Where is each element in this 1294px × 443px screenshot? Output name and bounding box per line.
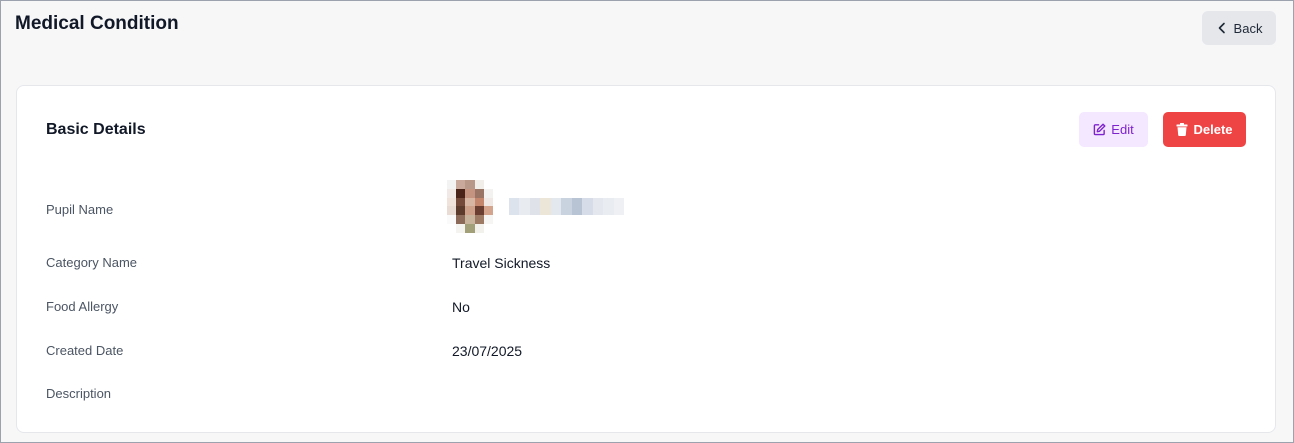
pupil-avatar (447, 180, 493, 233)
card-title: Basic Details (46, 121, 146, 138)
page-title: Medical Condition (15, 13, 179, 34)
category-name-label: Category Name (46, 255, 138, 270)
back-button-label: Back (1233, 20, 1263, 36)
created-date-label: Created Date (46, 343, 124, 358)
pupil-name-label: Pupil Name (46, 202, 114, 217)
food-allergy-value: No (452, 299, 470, 315)
pupil-name-value (509, 198, 624, 215)
back-button[interactable]: Back (1202, 11, 1276, 45)
basic-details-card: Basic Details Edit Delete Pupil Name Cat… (16, 85, 1276, 433)
edit-icon (1093, 123, 1106, 136)
delete-button[interactable]: Delete (1163, 112, 1246, 147)
trash-icon (1176, 123, 1188, 136)
category-name-value: Travel Sickness (452, 255, 551, 271)
description-label: Description (46, 386, 112, 401)
created-date-value: 23/07/2025 (452, 343, 523, 359)
edit-button-label: Edit (1111, 122, 1134, 137)
delete-button-label: Delete (1193, 122, 1233, 137)
edit-button[interactable]: Edit (1079, 112, 1148, 147)
chevron-left-icon (1218, 22, 1225, 34)
food-allergy-label: Food Allergy (46, 299, 119, 314)
